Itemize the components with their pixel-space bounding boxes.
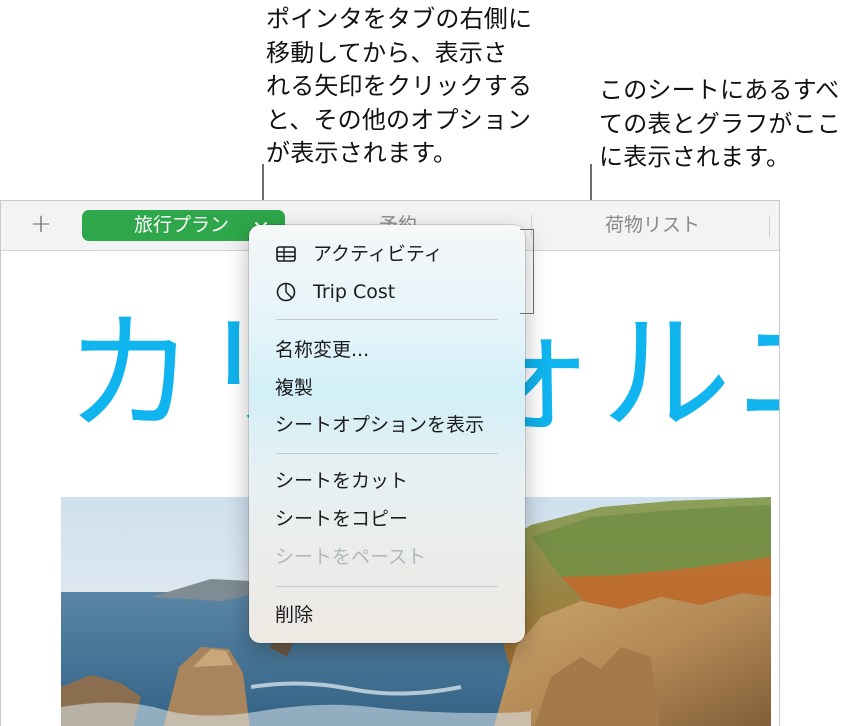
tab-packing-list[interactable]: 荷物リスト (605, 210, 700, 241)
menu-separator (276, 319, 498, 320)
pie-chart-icon (276, 282, 296, 302)
menu-item-cut-sheet[interactable]: シートをカット (275, 466, 408, 496)
menu-item-rename[interactable]: 名称変更... (275, 335, 369, 365)
menu-item-show-sheet-options[interactable]: シートオプションを表示 (275, 410, 484, 440)
callout-sheet-objects: このシートにあるすべ ての表とグラフがここ に表示されます。 (599, 76, 841, 171)
help-illustration: ポインタをタブの右側に 移動してから、表示さ れる矢印をクリックする と、その他… (0, 0, 854, 726)
menu-item-delete[interactable]: 削除 (275, 600, 313, 630)
menu-item-activities[interactable]: アクティビティ (313, 239, 443, 269)
menu-item-paste-sheet: シートをペースト (275, 546, 427, 568)
menu-item-trip-cost[interactable]: Trip Cost (313, 277, 395, 307)
objects-bracket (520, 229, 534, 314)
sheet-context-menu: アクティビティ Trip Cost 名称変更... 複製 シートオプションを表示… (249, 225, 525, 643)
add-sheet-button[interactable]: + (26, 209, 56, 239)
menu-separator (276, 453, 498, 454)
menu-item-copy-sheet[interactable]: シートをコピー (275, 504, 408, 534)
menu-separator (276, 586, 498, 587)
menu-item-duplicate[interactable]: 複製 (275, 373, 313, 403)
tab-trip-plan-label: 旅行プラン (134, 214, 230, 236)
table-icon (276, 246, 296, 262)
tab-separator (769, 215, 770, 237)
callout-tab-arrow: ポインタをタブの右側に 移動してから、表示さ れる矢印をクリックする と、その他… (266, 5, 533, 167)
